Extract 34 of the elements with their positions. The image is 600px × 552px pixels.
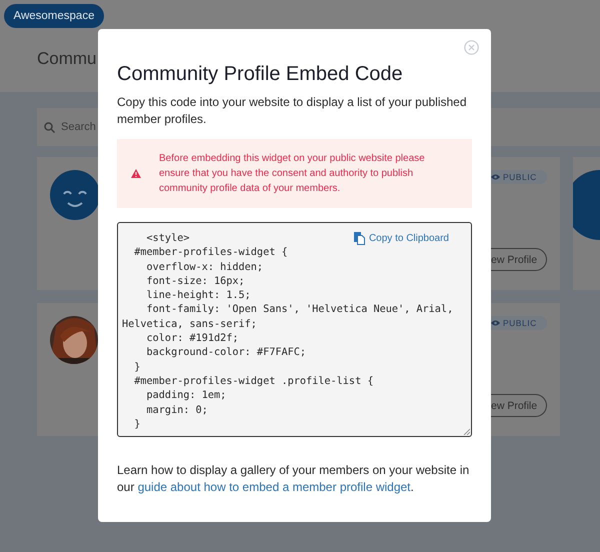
page-title: Commu — [37, 49, 97, 69]
clipboard-icon — [354, 232, 365, 245]
warning-icon — [131, 169, 141, 178]
warning-text: Before embedding this widget on your public website please ensure that you have the consent and authority to publish community profile data of your members. — [159, 152, 426, 196]
code-line: #member-profiles-widget .profile-list { — [133, 374, 374, 389]
public-badge: PUBLIC — [491, 170, 547, 184]
avatar-icon — [573, 170, 600, 240]
code-line: margin: 0; — [146, 404, 208, 418]
public-badge: PUBLIC — [491, 316, 547, 330]
smiley-avatar-icon — [50, 170, 98, 220]
code-line: color: #191d2f; — [146, 332, 239, 346]
code-line: #member-profiles-widget { — [133, 246, 288, 260]
dialog-description: Copy this code into your website to display a list of your published member profiles. — [117, 94, 468, 128]
code-line: font-family: 'Open Sans', 'Helvetica Neue', Arial, — [146, 303, 454, 318]
code-line: <style> — [146, 232, 190, 246]
code-line: overflow-x: hidden; — [146, 260, 264, 275]
search-icon — [44, 122, 55, 132]
code-line: background-color: #F7FAFC; — [146, 346, 306, 360]
eye-icon — [491, 320, 500, 326]
copy-button[interactable]: Copy to Clipboard — [354, 232, 449, 245]
code-field[interactable] — [117, 222, 472, 437]
code-line: padding: 1em; — [146, 389, 226, 404]
workspace-button[interactable]: Awesomespace — [4, 4, 104, 28]
eye-icon — [491, 174, 500, 180]
search-placeholder: Search — [61, 121, 96, 133]
help-text: Learn how to display a gallery of your members on your website in our guide about how to embed a member profile widget. — [117, 462, 470, 496]
code-line: } — [133, 418, 140, 432]
guide-link[interactable]: guide about how to embed a member profile widget — [138, 480, 411, 494]
code-line: } — [133, 360, 140, 375]
code-line: Helvetica, sans-serif; — [122, 318, 257, 332]
dialog-title: Community Profile Embed Code — [117, 63, 404, 86]
resize-grip-icon — [463, 428, 470, 435]
code-line: font-size: 16px; — [146, 274, 245, 289]
code-line: line-height: 1.5; — [146, 289, 251, 304]
